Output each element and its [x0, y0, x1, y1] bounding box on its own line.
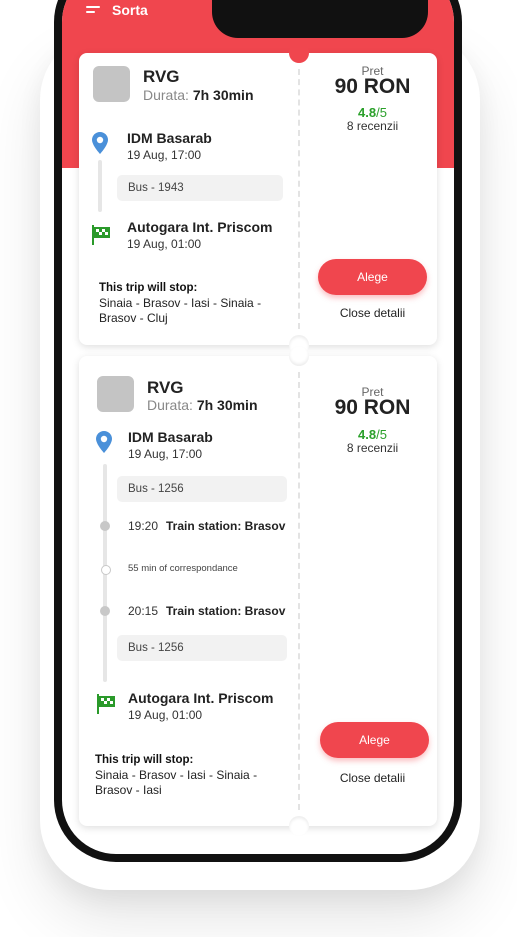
reviews-count: 8 recenzii [346, 441, 399, 455]
ticket-divider [298, 372, 300, 810]
transfer-dot [100, 521, 110, 531]
route-line [98, 160, 102, 212]
trip-duration: Durata: 7h 30min [143, 87, 254, 103]
stops-title: This trip will stop: [95, 754, 194, 766]
reviews-count: 8 recenzii [346, 119, 399, 133]
checkered-flag-icon [97, 694, 115, 714]
trip-card: RVG Durata: 7h 30min IDM Basarab 19 Aug,… [79, 346, 437, 836]
checkered-flag-icon [92, 225, 110, 245]
location-pin-icon [96, 431, 112, 453]
rating: 4.8/5 [358, 105, 387, 120]
sort-label[interactable]: Sorta [112, 2, 148, 18]
departure-name: IDM Basarab [128, 429, 213, 445]
ticket-notch-bottom [289, 816, 309, 836]
menu-icon[interactable] [86, 6, 100, 16]
stops-title: This trip will stop: [99, 282, 198, 294]
price-value: 90 RON [334, 75, 411, 98]
stops-list: Sinaia - Brasov - Iasi - Sinaia - Brasov… [99, 296, 262, 325]
ticket-notch-top [289, 43, 309, 63]
ticket-divider [298, 69, 300, 329]
ticket-notch-top [289, 346, 309, 366]
arrival-name: Autogara Int. Priscom [128, 690, 274, 706]
company-name: RVG [143, 67, 180, 86]
company-logo [97, 376, 134, 412]
arrival-datetime: 19 Aug, 01:00 [127, 237, 202, 251]
bus-number: Bus - 1256 [117, 476, 287, 502]
trip-duration: Durata: 7h 30min [147, 397, 258, 413]
correspondence-wait: 55 min of correspondance [128, 563, 238, 574]
location-pin-icon [92, 132, 108, 154]
details-link[interactable]: Close detalii [308, 771, 437, 785]
transfer-arrive-time: 19:20 [128, 519, 159, 533]
bus-number: Bus - 1256 [117, 635, 287, 661]
departure-datetime: 19 Aug, 17:00 [127, 148, 202, 162]
company-name: RVG [147, 378, 184, 397]
details-link[interactable]: Close detalii [308, 306, 437, 320]
transfer-depart-station: Train station: Brasov [166, 604, 286, 618]
rating: 4.8/5 [358, 427, 387, 442]
arrival-name: Autogara Int. Priscom [127, 219, 273, 235]
choose-button[interactable]: Alege [320, 722, 429, 758]
company-logo [93, 66, 130, 102]
stops-list: Sinaia - Brasov - Iasi - Sinaia - Brasov… [95, 768, 258, 797]
app-screen: Sorta RVG Durata: 7h 30min IDM Basarab 1… [62, 0, 454, 854]
trip-card: RVG Durata: 7h 30min IDM Basarab 19 Aug,… [79, 43, 437, 355]
arrival-datetime: 19 Aug, 01:00 [128, 708, 203, 722]
departure-name: IDM Basarab [127, 130, 212, 146]
phone-notch [212, 0, 428, 38]
choose-button[interactable]: Alege [318, 259, 427, 295]
bus-number: Bus - 1943 [117, 175, 283, 201]
wait-dot [101, 565, 111, 575]
transfer-depart-time: 20:15 [128, 604, 159, 618]
departure-datetime: 19 Aug, 17:00 [128, 447, 203, 461]
price-value: 90 RON [334, 396, 411, 419]
transfer-dot [100, 606, 110, 616]
transfer-arrive-station: Train station: Brasov [166, 519, 286, 533]
